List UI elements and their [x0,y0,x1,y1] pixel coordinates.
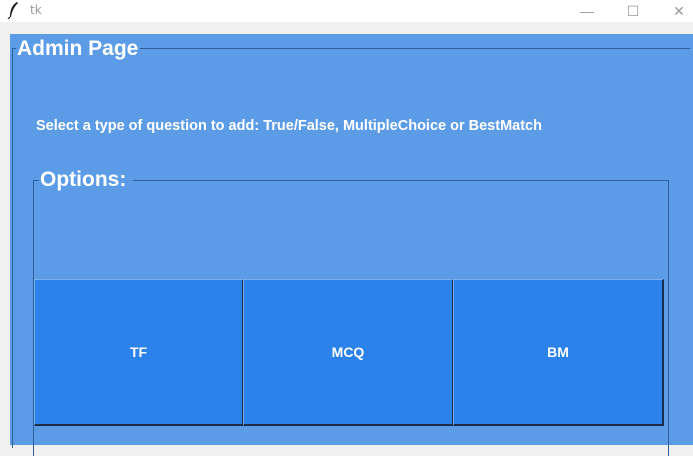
maximize-button[interactable]: ☐ [610,0,656,22]
minimize-icon: — [580,3,594,19]
close-button[interactable]: ✕ [656,0,693,22]
tf-button-label: TF [129,344,148,360]
tf-button[interactable]: TF [34,279,244,426]
options-frame: Options: TF MCQ BM [33,167,669,456]
title-bar[interactable]: tk — ☐ ✕ [0,0,693,22]
options-label: Options: [39,167,134,193]
bm-button[interactable]: BM [453,279,664,426]
instructions-text: Select a type of question to add: True/F… [36,118,542,134]
maximize-icon: ☐ [626,2,640,19]
window-title: tk [30,3,42,17]
mcq-button[interactable]: MCQ [243,279,454,426]
minimize-button[interactable]: — [564,0,610,22]
close-icon: ✕ [673,2,685,19]
feather-icon [7,2,18,19]
window-client-area: Admin Page Select a type of question to … [0,22,693,456]
mcq-button-label: MCQ [331,344,365,360]
admin-page-frame: Admin Page Select a type of question to … [10,34,693,456]
bm-button-label: BM [547,344,569,360]
admin-page-label: Admin Page [16,36,141,62]
